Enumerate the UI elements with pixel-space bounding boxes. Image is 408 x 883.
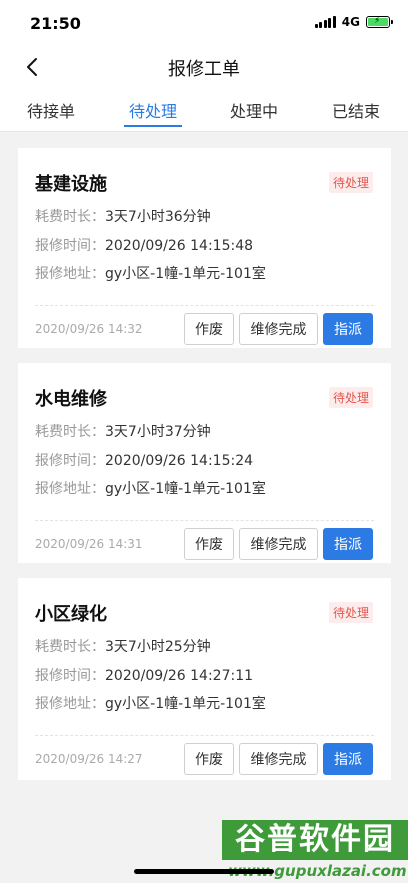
address-value: gy小区-1幢-1单元-101室 xyxy=(105,266,266,282)
report-time-label: 报修时间： xyxy=(35,668,105,684)
address-label: 报修地址： xyxy=(35,266,105,282)
address-row: 报修地址：gy小区-1幢-1单元-101室 xyxy=(35,693,266,713)
watermark-brand: 谷普软件园 xyxy=(222,820,408,860)
tab-pending-accept[interactable]: 待接单 xyxy=(11,98,91,122)
order-title: 小区绿化 xyxy=(35,604,107,625)
address-label: 报修地址： xyxy=(35,481,105,497)
order-timestamp: 2020/09/26 14:32 xyxy=(35,322,143,336)
assign-button[interactable]: 指派 xyxy=(323,528,373,560)
address-label: 报修地址： xyxy=(35,696,105,712)
divider xyxy=(35,305,374,306)
home-indicator[interactable] xyxy=(134,869,274,874)
void-button[interactable]: 作废 xyxy=(184,743,234,775)
duration-label: 耗费时长： xyxy=(35,424,105,440)
order-timestamp: 2020/09/26 14:27 xyxy=(35,752,143,766)
work-order-card[interactable]: 小区绿化 待处理 耗费时长：3天7小时25分钟 报修时间：2020/09/26 … xyxy=(18,578,391,780)
report-time-label: 报修时间： xyxy=(35,453,105,469)
duration-row: 耗费时长：3天7小时36分钟 xyxy=(35,206,211,226)
divider xyxy=(35,520,374,521)
void-button[interactable]: 作废 xyxy=(184,313,234,345)
assign-button[interactable]: 指派 xyxy=(323,743,373,775)
order-title: 基建设施 xyxy=(35,174,107,195)
duration-value: 3天7小时25分钟 xyxy=(105,639,211,655)
network-type: 4G xyxy=(341,15,360,29)
report-time-value: 2020/09/26 14:15:48 xyxy=(105,238,254,254)
order-title: 水电维修 xyxy=(35,389,107,410)
duration-value: 3天7小时36分钟 xyxy=(105,209,211,225)
duration-row: 耗费时长：3天7小时37分钟 xyxy=(35,421,211,441)
divider xyxy=(35,735,374,736)
duration-value: 3天7小时37分钟 xyxy=(105,424,211,440)
repair-complete-button[interactable]: 维修完成 xyxy=(239,313,318,345)
repair-complete-button[interactable]: 维修完成 xyxy=(239,528,318,560)
report-time-row: 报修时间：2020/09/26 14:27:11 xyxy=(35,665,253,685)
status-indicators: 4G ⚡ xyxy=(314,15,393,29)
status-bar: 21:50 4G ⚡ xyxy=(0,0,408,46)
address-row: 报修地址：gy小区-1幢-1单元-101室 xyxy=(35,478,266,498)
address-value: gy小区-1幢-1单元-101室 xyxy=(105,481,266,497)
report-time-row: 报修时间：2020/09/26 14:15:24 xyxy=(35,450,253,470)
nav-bar: 报修工单 xyxy=(0,46,408,88)
void-button[interactable]: 作废 xyxy=(184,528,234,560)
duration-row: 耗费时长：3天7小时25分钟 xyxy=(35,636,211,656)
work-order-card[interactable]: 水电维修 待处理 耗费时长：3天7小时37分钟 报修时间：2020/09/26 … xyxy=(18,363,391,563)
address-row: 报修地址：gy小区-1幢-1单元-101室 xyxy=(35,263,266,283)
status-badge: 待处理 xyxy=(328,172,373,193)
status-badge: 待处理 xyxy=(328,602,373,623)
report-time-row: 报修时间：2020/09/26 14:15:48 xyxy=(35,235,253,255)
signal-icon xyxy=(314,16,336,28)
work-order-card[interactable]: 基建设施 待处理 耗费时长：3天7小时36分钟 报修时间：2020/09/26 … xyxy=(18,148,391,348)
report-time-value: 2020/09/26 14:15:24 xyxy=(105,453,254,469)
page-title: 报修工单 xyxy=(168,59,240,80)
battery-icon: ⚡ xyxy=(366,16,393,28)
duration-label: 耗费时长： xyxy=(35,209,105,225)
active-tab-indicator xyxy=(124,125,182,127)
repair-complete-button[interactable]: 维修完成 xyxy=(239,743,318,775)
battery-level: ⚡ xyxy=(368,16,388,26)
status-time: 21:50 xyxy=(30,14,81,33)
assign-button[interactable]: 指派 xyxy=(323,313,373,345)
order-timestamp: 2020/09/26 14:31 xyxy=(35,537,143,551)
tab-finished[interactable]: 已结束 xyxy=(316,98,396,122)
report-time-value: 2020/09/26 14:27:11 xyxy=(105,668,254,684)
tab-pending-process[interactable]: 待处理 xyxy=(113,98,193,122)
duration-label: 耗费时长： xyxy=(35,639,105,655)
status-badge: 待处理 xyxy=(328,387,373,408)
address-value: gy小区-1幢-1单元-101室 xyxy=(105,696,266,712)
report-time-label: 报修时间： xyxy=(35,238,105,254)
tab-bar: 待接单 待处理 处理中 已结束 xyxy=(0,88,408,132)
tab-in-progress[interactable]: 处理中 xyxy=(214,98,294,122)
